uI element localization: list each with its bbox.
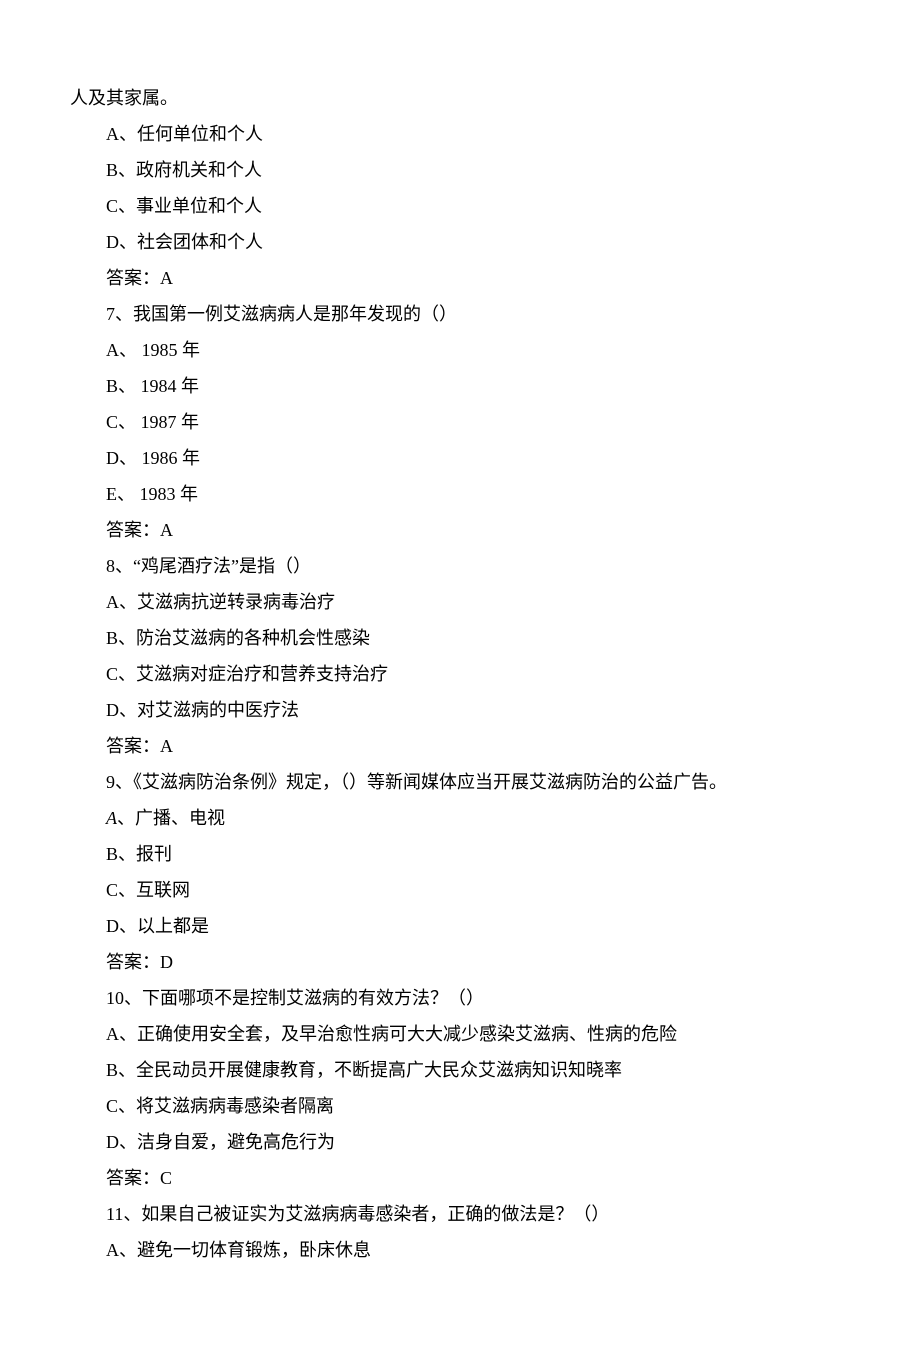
q9-stem-wrap: 9、《艾滋病防治条例》规定，（）等新闻媒体应当开展艾滋病防治的公益广告。	[70, 764, 850, 800]
q7-stem: 7、我国第一例艾滋病病人是那年发现的（）	[70, 296, 850, 332]
q7-option-d: D、 1986 年	[70, 440, 850, 476]
q6-option-b: B、政府机关和个人	[70, 152, 850, 188]
q9-option-a: A、广播、电视	[70, 800, 850, 836]
q9-stem: 9、《艾滋病防治条例》规定，（）等新闻媒体应当开展艾滋病防治的公益广告。	[70, 764, 850, 800]
q7-option-c: C、 1987 年	[70, 404, 850, 440]
q8-option-b: B、防治艾滋病的各种机会性感染	[70, 620, 850, 656]
q8-option-c: C、艾滋病对症治疗和营养支持治疗	[70, 656, 850, 692]
q10-option-b: B、全民动员开展健康教育，不断提高广大民众艾滋病知识知晓率	[70, 1052, 850, 1088]
q9-answer: 答案：D	[70, 944, 850, 980]
q7-answer: 答案：A	[70, 512, 850, 548]
continuation-line: 人及其家属。	[70, 80, 850, 116]
q6-option-d: D、社会团体和个人	[70, 224, 850, 260]
q6-option-c: C、事业单位和个人	[70, 188, 850, 224]
q9-option-a-rest: 、广播、电视	[117, 808, 225, 828]
q8-option-a: A、艾滋病抗逆转录病毒治疗	[70, 584, 850, 620]
q10-option-d: D、洁身自爱，避免高危行为	[70, 1124, 850, 1160]
q7-option-b: B、 1984 年	[70, 368, 850, 404]
q9-option-a-prefix: A	[106, 808, 117, 828]
q8-option-d: D、对艾滋病的中医疗法	[70, 692, 850, 728]
q6-option-a: A、任何单位和个人	[70, 116, 850, 152]
q7-option-e: E、 1983 年	[70, 476, 850, 512]
q9-option-c: C、互联网	[70, 872, 850, 908]
q11-stem: 11、如果自己被证实为艾滋病病毒感染者，正确的做法是？（）	[70, 1196, 850, 1232]
q7-option-a: A、 1985 年	[70, 332, 850, 368]
document-page: 人及其家属。 A、任何单位和个人 B、政府机关和个人 C、事业单位和个人 D、社…	[0, 0, 920, 1348]
q8-answer: 答案：A	[70, 728, 850, 764]
q6-answer: 答案：A	[70, 260, 850, 296]
q9-option-d: D、以上都是	[70, 908, 850, 944]
q9-option-b: B、报刊	[70, 836, 850, 872]
q10-option-a: A、正确使用安全套，及早治愈性病可大大减少感染艾滋病、性病的危险	[70, 1016, 850, 1052]
q10-stem: 10、下面哪项不是控制艾滋病的有效方法？（）	[70, 980, 850, 1016]
q10-option-c: C、将艾滋病病毒感染者隔离	[70, 1088, 850, 1124]
q10-answer: 答案：C	[70, 1160, 850, 1196]
q11-option-a: A、避免一切体育锻炼，卧床休息	[70, 1232, 850, 1268]
q8-stem: 8、“鸡尾酒疗法”是指（）	[70, 548, 850, 584]
